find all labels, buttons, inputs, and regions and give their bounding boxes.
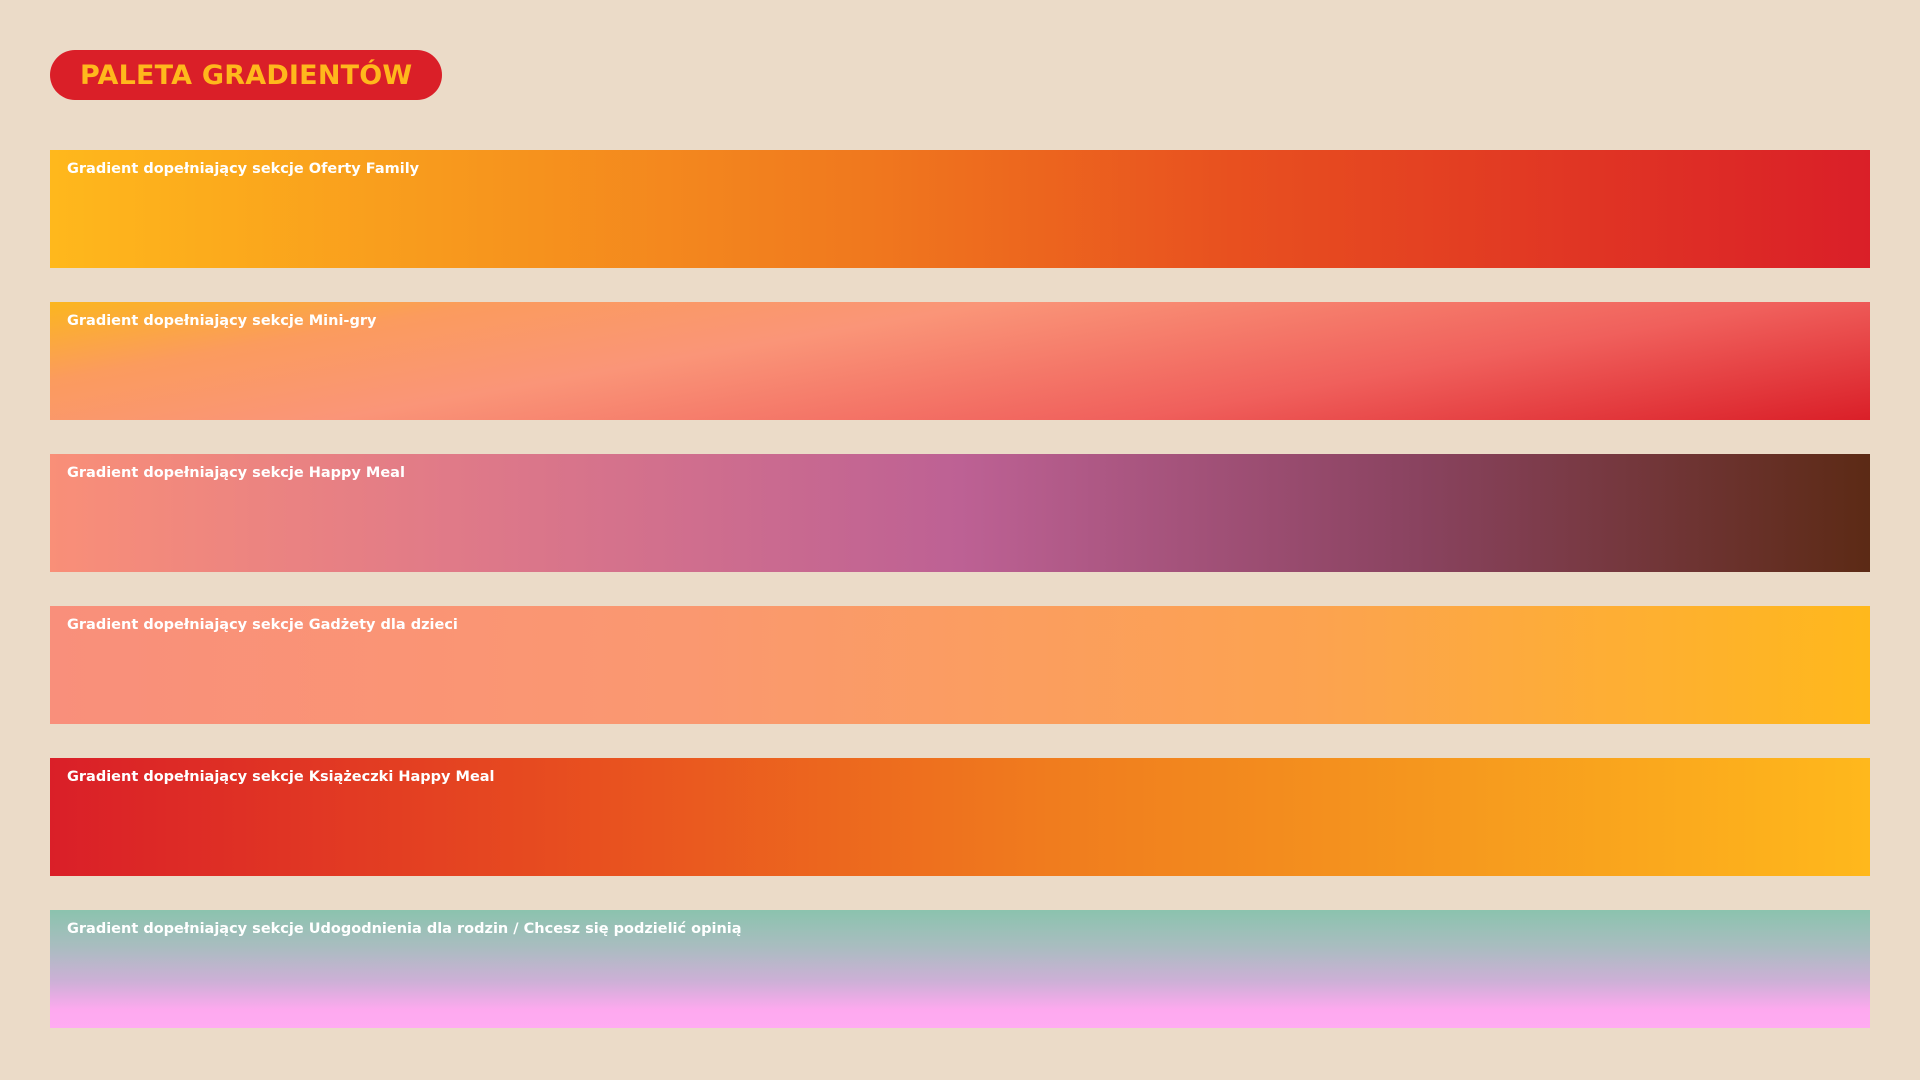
gradient-label: Gradient dopełniający sekcje Książeczki … <box>67 769 495 785</box>
gradient-swatch-oferty-family: Gradient dopełniający sekcje Oferty Fami… <box>50 150 1870 268</box>
gradient-swatch-mini-gry: Gradient dopełniający sekcje Mini-gry <box>50 302 1870 420</box>
page-title: PALETA GRADIENTÓW <box>80 59 413 91</box>
gradient-label: Gradient dopełniający sekcje Happy Meal <box>67 465 405 481</box>
gradient-swatch-happy-meal: Gradient dopełniający sekcje Happy Meal <box>50 454 1870 572</box>
gradient-swatch-ksiazeczki: Gradient dopełniający sekcje Książeczki … <box>50 758 1870 876</box>
gradient-label: Gradient dopełniający sekcje Oferty Fami… <box>67 161 420 177</box>
gradient-list: Gradient dopełniający sekcje Oferty Fami… <box>50 150 1870 1062</box>
gradient-label: Gradient dopełniający sekcje Udogodnieni… <box>67 921 742 937</box>
gradient-label: Gradient dopełniający sekcje Gadżety dla… <box>67 617 458 633</box>
page-title-pill: PALETA GRADIENTÓW <box>50 50 443 100</box>
gradient-swatch-gadzety: Gradient dopełniający sekcje Gadżety dla… <box>50 606 1870 724</box>
gradient-label: Gradient dopełniający sekcje Mini-gry <box>67 313 377 329</box>
gradient-swatch-udogodnienia: Gradient dopełniający sekcje Udogodnieni… <box>50 910 1870 1028</box>
